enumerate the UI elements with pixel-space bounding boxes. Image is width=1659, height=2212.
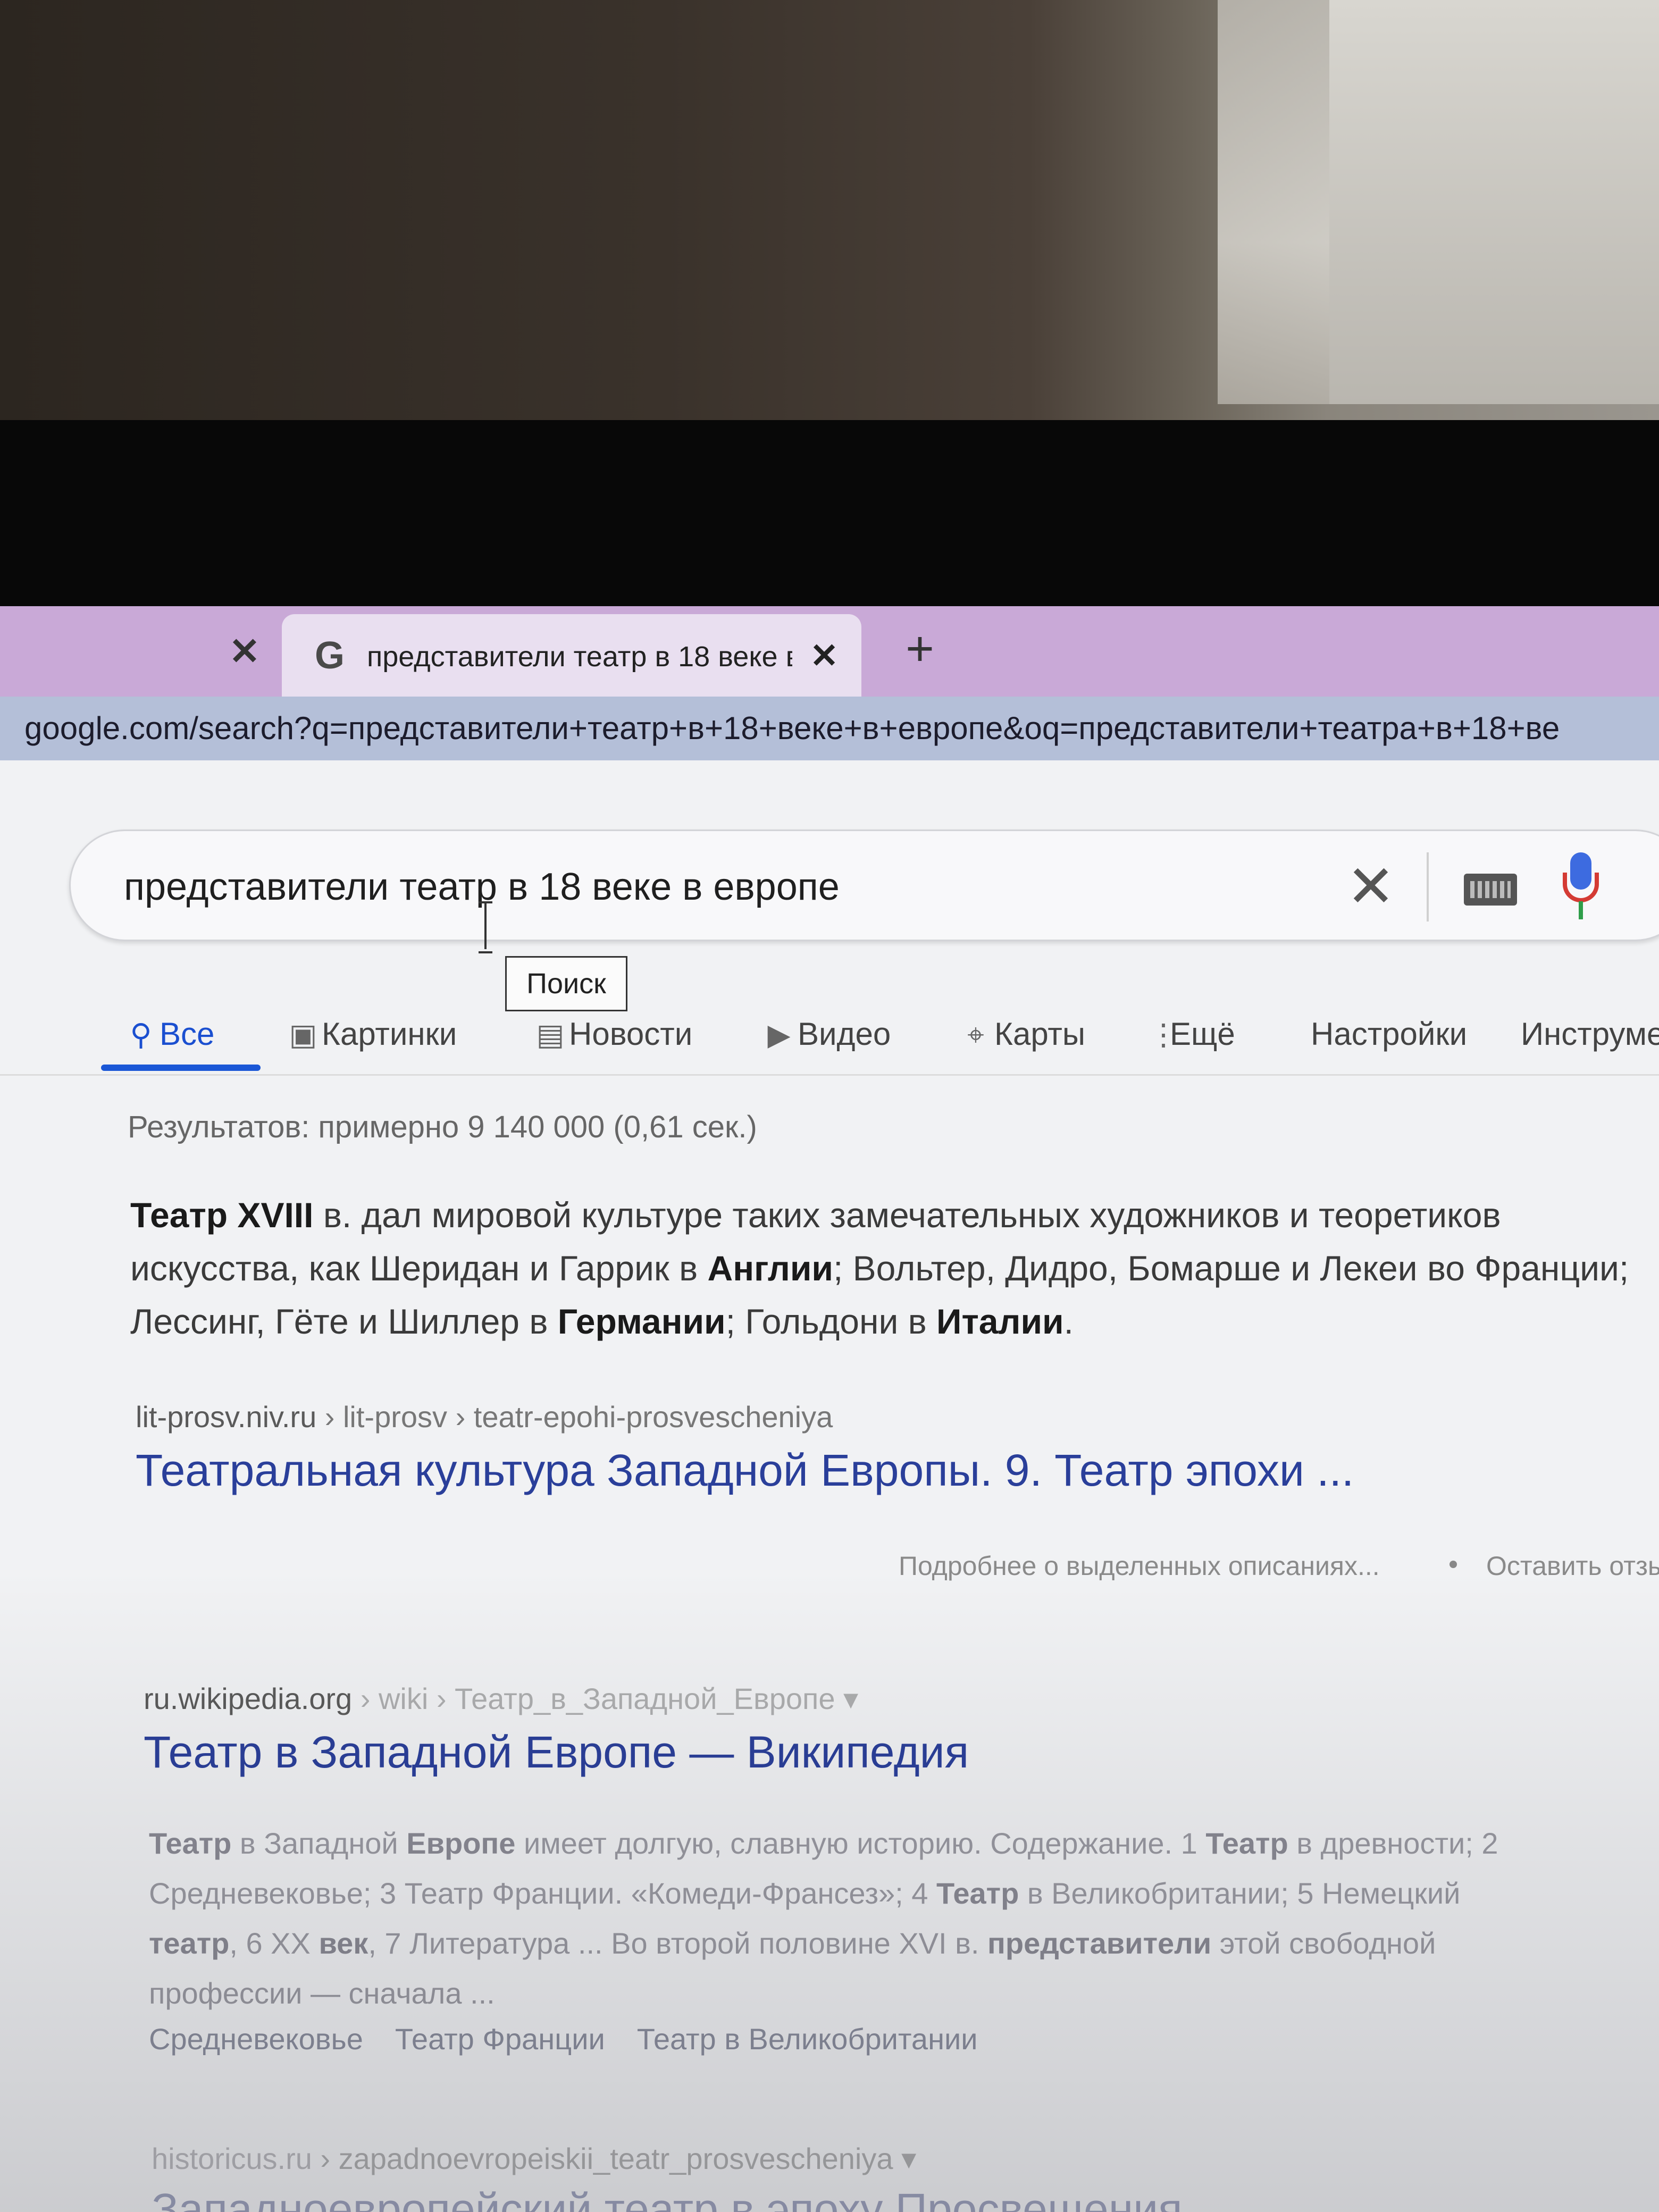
snippet-bold: Германии	[557, 1302, 726, 1341]
tab-label: Видео	[798, 1016, 891, 1052]
snippet-bold: Англии	[707, 1249, 833, 1288]
url-text[interactable]: google.com/search?q=представители+театр+…	[24, 702, 1659, 755]
tab-label: Ещё	[1170, 1016, 1235, 1052]
tab-title: представители театр в 18 веке в европе	[367, 641, 792, 673]
search-input[interactable]: представители театр в 18 веке в европе	[124, 852, 1294, 921]
tab-label: Все	[160, 1016, 215, 1052]
cite-path: › lit-prosv › teatr-epohi-prosvescheniya	[316, 1400, 833, 1434]
tab-close-icon[interactable]: ✕	[803, 634, 845, 677]
result-stats: Результатов: примерно 9 140 000 (0,61 се…	[128, 1110, 757, 1144]
tab-more[interactable]: ⋮Ещё	[1149, 1010, 1235, 1058]
featured-snippet: Театр XVIII в. дал мировой культуре таки…	[130, 1188, 1651, 1364]
desc-bold: Театр	[936, 1876, 1019, 1910]
keyboard-icon[interactable]	[1464, 874, 1517, 906]
snippet-text: .	[1063, 1302, 1074, 1341]
desc-bold: век	[319, 1926, 368, 1960]
sitelink[interactable]: Театр Франции	[395, 2022, 605, 2056]
more-vert-icon: ⋮	[1149, 1018, 1178, 1051]
leave-feedback-link[interactable]: Оставить отзыв	[1486, 1545, 1659, 1587]
mic-arc	[1563, 873, 1599, 902]
search-icon: ⚲	[130, 1018, 152, 1051]
snippet-bold: Италии	[936, 1302, 1064, 1341]
featured-source-cite: lit-prosv.niv.ru › lit-prosv › teatr-epo…	[136, 1396, 1465, 1438]
snippet-bold: Театр XVIII	[130, 1195, 314, 1235]
search-box[interactable]: представители театр в 18 веке в европе ✕	[69, 830, 1659, 941]
browser-window: ✕ G представители театр в 18 веке в евро…	[0, 606, 1659, 2212]
window-light	[1218, 0, 1335, 404]
desc-bold: Театр	[1205, 1826, 1288, 1860]
snippet-text: ; Гольдони в	[725, 1302, 937, 1341]
desc-bold: Европе	[406, 1826, 516, 1860]
sitelink[interactable]: Театр в Великобритании	[637, 2022, 978, 2056]
desc-text: , 6 XX	[229, 1926, 319, 1960]
mic-stem	[1579, 901, 1583, 919]
active-tab-indicator	[101, 1065, 261, 1071]
video-icon: ▶	[767, 1018, 791, 1051]
result-title-link[interactable]: Театр в Западной Европе — Википедия	[144, 1723, 1526, 1781]
tab-active[interactable]: G представители театр в 18 веке в европе…	[282, 614, 861, 697]
text-cursor-icon	[479, 901, 492, 953]
news-icon: ▤	[536, 1018, 565, 1051]
clear-icon[interactable]: ✕	[1342, 855, 1400, 919]
previous-tab-close-icon[interactable]: ✕	[223, 627, 266, 675]
result-cite: ru.wikipedia.org › wiki › Театр_в_Западн…	[144, 1678, 1367, 1720]
tab-images[interactable]: ▣ Картинки	[284, 1010, 457, 1058]
settings-link[interactable]: Настройки	[1311, 1010, 1467, 1058]
desc-text: , 7 Литература ... Во второй половине XV…	[368, 1926, 988, 1960]
tab-label: Карты	[994, 1016, 1085, 1052]
address-bar[interactable]: google.com/search?q=представители+театр+…	[0, 697, 1659, 760]
featured-source-link[interactable]: Театральная культура Западной Европы. 9.…	[136, 1441, 1624, 1499]
cite-path: › wiki › Театр_в_Западной_Европе ▾	[352, 1682, 859, 1715]
nav-divider	[0, 1074, 1659, 1076]
result-description: Театр в Западной Европе имеет долгую, сл…	[149, 1819, 1531, 2021]
map-pin-icon: ⌖	[967, 1018, 984, 1051]
tab-video[interactable]: ▶ Видео	[760, 1010, 891, 1058]
result-cite: historicus.ru › zapadnoevropeiskii_teatr…	[152, 2138, 1428, 2180]
search-box-divider	[1427, 852, 1429, 921]
search-tooltip: Поиск	[505, 956, 627, 1011]
new-tab-button[interactable]: +	[893, 622, 946, 675]
google-favicon-icon: G	[314, 634, 345, 677]
tab-news[interactable]: ▤ Новости	[532, 1010, 693, 1058]
tab-maps[interactable]: ⌖ Карты	[957, 1010, 1085, 1058]
tab-label: Новости	[569, 1016, 693, 1052]
cite-domain: historicus.ru	[152, 2142, 312, 2175]
feedback-separator	[1449, 1561, 1457, 1568]
microphone-icon[interactable]	[1560, 852, 1602, 921]
ceiling	[1329, 0, 1659, 404]
tab-label: Картинки	[322, 1016, 457, 1052]
desc-text: имеет долгую, славную историю. Содержани…	[515, 1826, 1206, 1860]
room-background	[0, 0, 1659, 425]
tab-all[interactable]: ⚲ Все	[122, 1010, 214, 1058]
desc-bold: представители	[987, 1926, 1212, 1960]
desc-text: в Западной	[231, 1826, 407, 1860]
image-icon: ▣	[289, 1018, 317, 1051]
cite-domain: ru.wikipedia.org	[144, 1682, 353, 1715]
cite-path: › zapadnoevropeiskii_teatr_prosvescheniy…	[312, 2142, 917, 2175]
tab-strip: ✕ G представители театр в 18 веке в евро…	[0, 606, 1659, 697]
about-snippets-link[interactable]: Подробнее о выделенных описаниях...	[899, 1545, 1430, 1587]
cite-domain: lit-prosv.niv.ru	[136, 1400, 317, 1434]
laptop-bezel	[0, 420, 1659, 611]
search-nav-tabs: ⚲ Все ▣ Картинки ▤ Новости ▶ Видео ⌖ Карты ⋮Е…	[0, 989, 1659, 1069]
sitelinks: Средневековье Театр Франции Театр в Велико…	[149, 2015, 1425, 2063]
tools-link[interactable]: Инструменты	[1521, 1010, 1659, 1058]
result-title-link[interactable]: Западноевропейский театр в эпоху Просвещ…	[152, 2180, 1534, 2212]
desc-bold: Театр	[149, 1826, 232, 1860]
sitelink[interactable]: Средневековье	[149, 2022, 363, 2056]
desc-text: в Великобритании; 5 Немецкий	[1019, 1876, 1461, 1910]
desc-bold: театр	[149, 1926, 230, 1960]
